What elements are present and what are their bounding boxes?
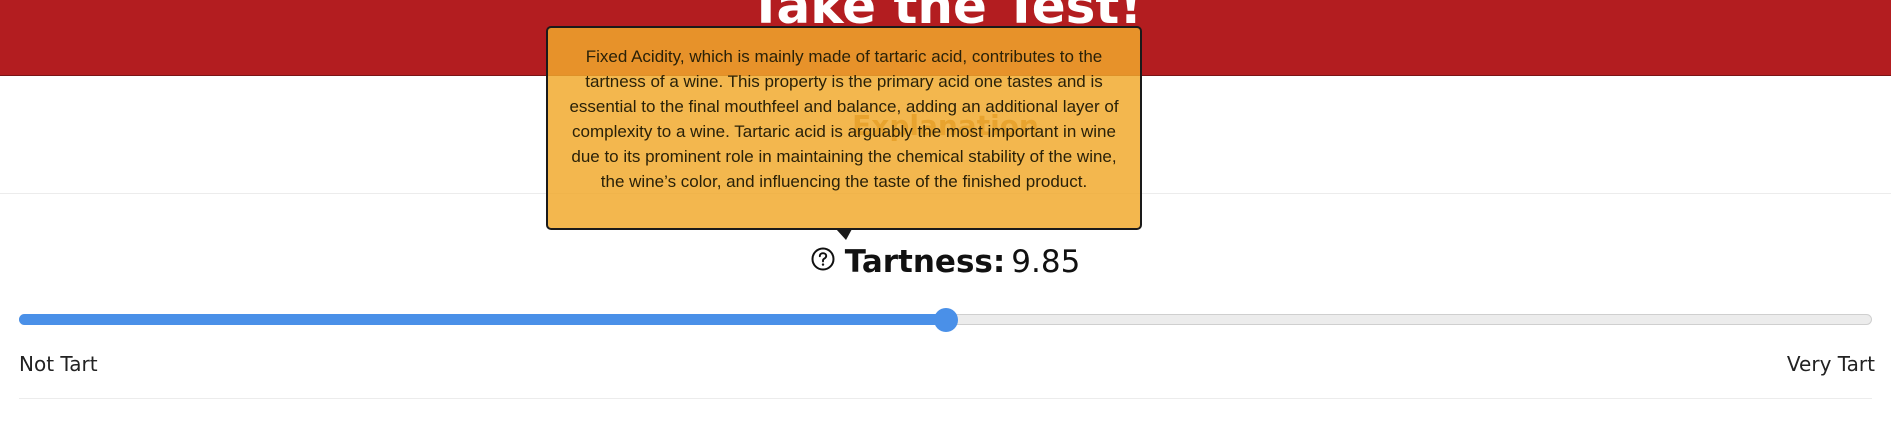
slider-max-label: Very Tart — [1786, 352, 1875, 376]
question-circle-icon[interactable] — [811, 247, 835, 271]
tartness-slider[interactable] — [19, 308, 1872, 332]
slider-min-label: Not Tart — [19, 352, 98, 376]
tartness-label: Tartness: — [844, 244, 1006, 280]
tartness-row: Tartness: 9.85 — [0, 244, 1891, 288]
slider-thumb[interactable] — [933, 308, 958, 332]
tartness-value: 9.85 — [1011, 244, 1081, 280]
tooltip-text: Fixed Acidity, which is mainly made of t… — [569, 47, 1119, 191]
slider-fill — [19, 314, 945, 325]
section-divider — [19, 398, 1872, 399]
tooltip-arrow — [836, 229, 852, 240]
tartness-tooltip: Fixed Acidity, which is mainly made of t… — [546, 26, 1142, 230]
